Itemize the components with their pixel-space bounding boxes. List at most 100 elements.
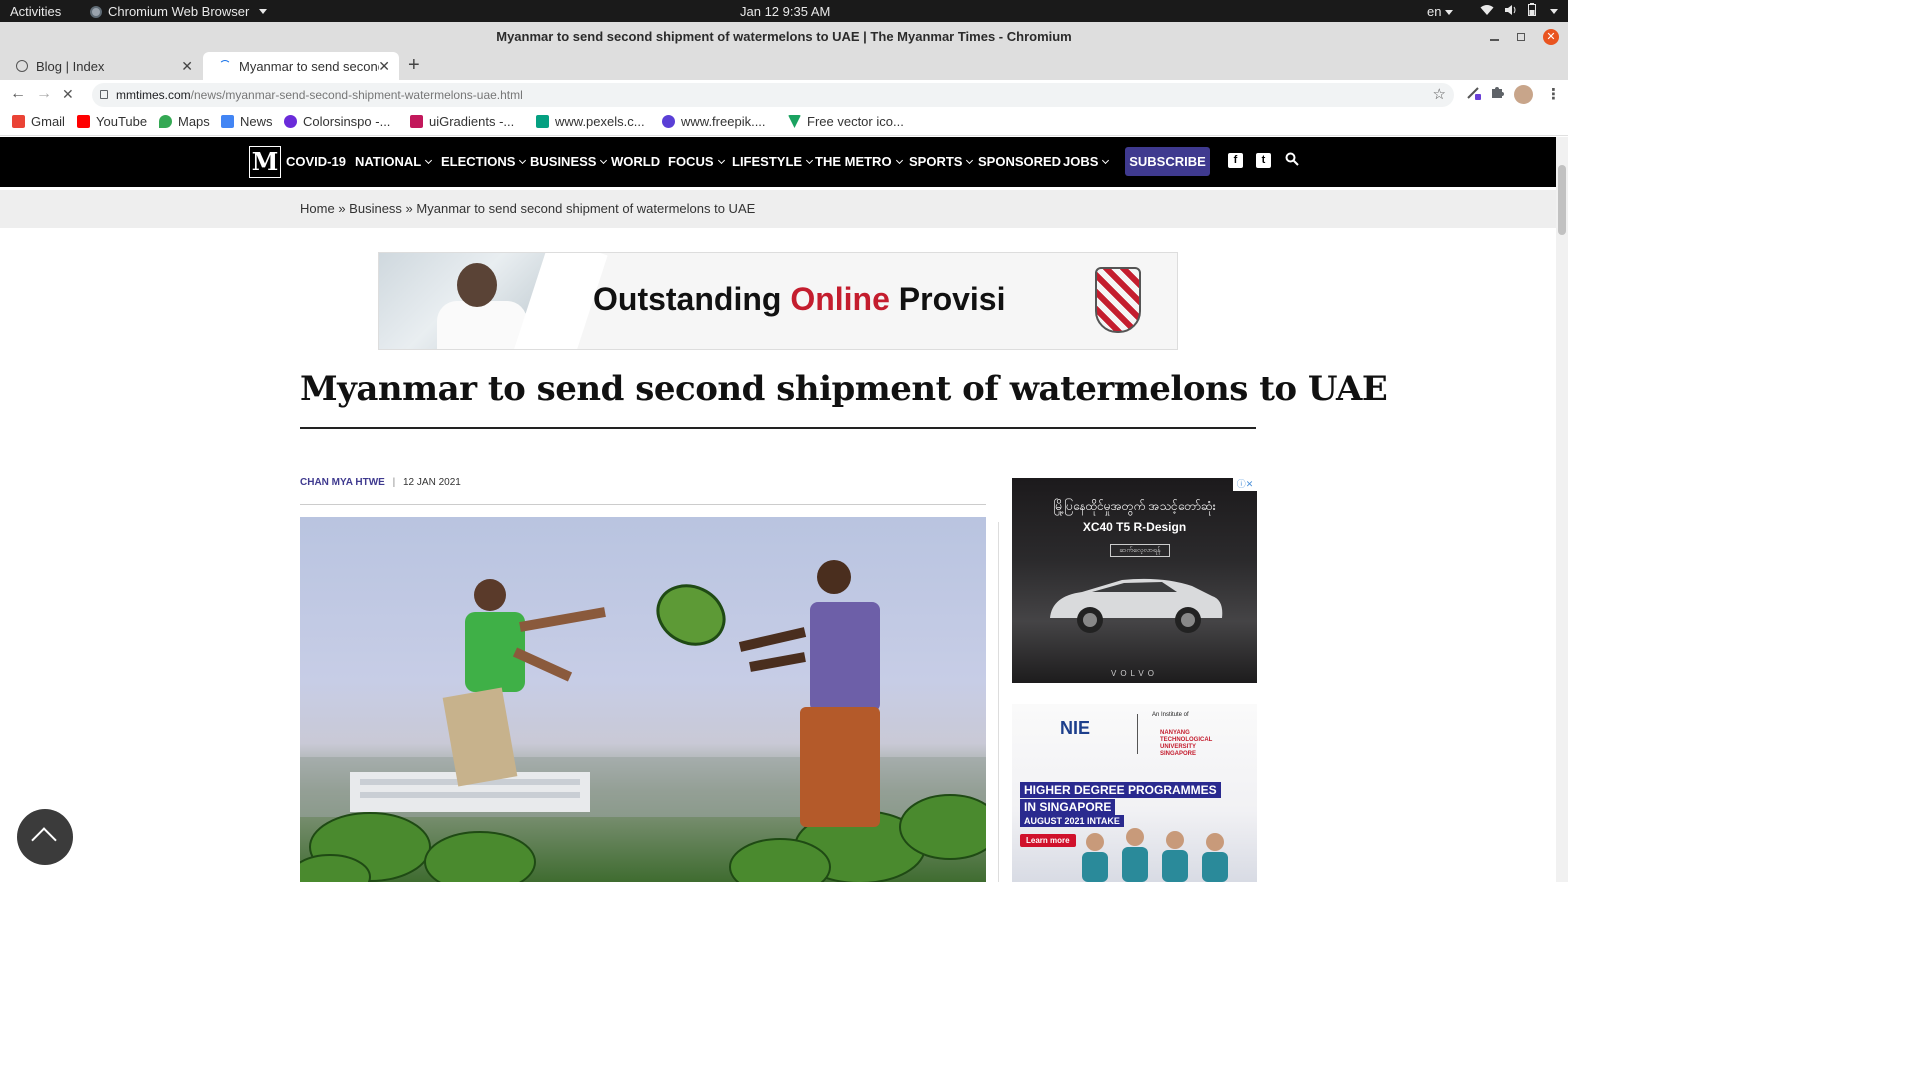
back-arrow-icon[interactable]: ← — [10, 85, 26, 103]
window-title: Myanmar to send second shipment of water… — [496, 29, 1072, 44]
language-indicator[interactable]: en — [1427, 4, 1454, 19]
stop-loading-icon[interactable]: ✕ — [62, 86, 74, 103]
breadcrumb-separator: » — [338, 201, 346, 216]
breadcrumb-home[interactable]: Home — [300, 201, 335, 216]
tab-title: Myanmar to send second — [239, 58, 379, 74]
volvo-ad-cta[interactable]: ဆက်လေ့လာရန် — [1110, 544, 1170, 557]
bookmark-youtube[interactable]: YouTube — [77, 114, 147, 129]
close-tab-icon[interactable]: ✕ — [378, 58, 390, 75]
breadcrumb-separator: » — [405, 201, 413, 216]
nav-label: NATIONAL — [355, 154, 422, 169]
article-hero-image — [300, 517, 986, 882]
car-image — [1050, 578, 1223, 633]
chevron-down-icon — [895, 156, 903, 165]
lock-icon[interactable] — [100, 90, 108, 99]
bookmark-label: Free vector ico... — [807, 114, 904, 129]
byline-divider — [300, 504, 986, 505]
ad-people-image — [1082, 828, 1228, 882]
volvo-ad-brand: VOLVO — [1111, 669, 1158, 678]
facebook-icon[interactable]: f — [1228, 153, 1243, 168]
wifi-icon — [1480, 4, 1494, 19]
app-menu[interactable]: Chromium Web Browser — [90, 4, 268, 19]
browser-menu-icon[interactable]: ⋮ — [1546, 85, 1561, 103]
bookmark-colorsinspo[interactable]: Colorsinspo -... — [284, 114, 390, 129]
banner-ad-photo — [379, 253, 608, 349]
watermelon-photo — [300, 560, 986, 882]
scrollbar-thumb[interactable] — [1558, 165, 1566, 235]
profile-avatar[interactable] — [1514, 85, 1533, 104]
chromium-icon — [90, 5, 102, 18]
nav-label: LIFESTYLE — [732, 154, 803, 169]
nie-ad-line1: HIGHER DEGREE PROGRAMMES — [1020, 782, 1221, 798]
os-top-bar: Activities Chromium Web Browser Jan 12 9… — [0, 0, 1568, 22]
page-viewport: M COVID-19 NATIONAL ELECTIONS BUSINESS W… — [0, 137, 1556, 882]
address-bar[interactable]: mmtimes.com/news/myanmar-send-second-shi… — [92, 83, 1454, 107]
nav-focus[interactable]: FOCUS — [668, 154, 725, 169]
tab-blog-index[interactable]: Blog | Index ✕ — [0, 52, 202, 80]
bookmark-star-icon[interactable]: ☆ — [1433, 83, 1446, 107]
nav-lifestyle[interactable]: LIFESTYLE — [732, 154, 814, 169]
nav-elections[interactable]: ELECTIONS — [441, 154, 527, 169]
breadcrumb: Home » Business » Myanmar to send second… — [300, 201, 755, 216]
uigradients-icon — [410, 115, 423, 128]
maximize-icon[interactable] — [1517, 33, 1525, 41]
globe-icon — [16, 60, 28, 72]
bookmarks-bar: Gmail YouTube Maps News Colorsinspo -...… — [0, 110, 1568, 136]
nav-sports[interactable]: SPORTS — [909, 154, 974, 169]
bookmark-pexels[interactable]: www.pexels.c... — [536, 114, 645, 129]
nav-jobs[interactable]: JOBS — [1063, 154, 1110, 169]
activities-button[interactable]: Activities — [10, 4, 61, 19]
news-icon — [221, 115, 234, 128]
close-window-button[interactable]: ✕ — [1543, 29, 1559, 45]
new-tab-button[interactable]: + — [408, 54, 420, 77]
tab-article[interactable]: Myanmar to send second ✕ — [203, 52, 399, 80]
bookmark-label: uiGradients -... — [429, 114, 515, 129]
app-name: Chromium Web Browser — [108, 4, 250, 19]
dropdown-caret-icon — [259, 9, 268, 14]
nav-covid-19[interactable]: COVID-19 — [286, 154, 346, 169]
byline-separator: | — [392, 477, 396, 488]
bookmark-freepik[interactable]: www.freepik.... — [662, 114, 766, 129]
back-to-top-button[interactable] — [17, 809, 73, 865]
nav-the-metro[interactable]: THE METRO — [815, 154, 903, 169]
language-label: en — [1427, 4, 1442, 19]
bookmark-maps[interactable]: Maps — [159, 114, 210, 129]
bookmark-free-vector-icons[interactable]: Free vector ico... — [788, 114, 904, 129]
article-author[interactable]: CHAN MYA HTWE — [300, 477, 385, 488]
minimize-icon[interactable] — [1490, 39, 1499, 41]
extensions-puzzle-icon[interactable] — [1490, 85, 1504, 103]
ad-photo-head — [457, 263, 497, 307]
bookmark-gmail[interactable]: Gmail — [12, 114, 65, 129]
subscribe-button[interactable]: SUBSCRIBE — [1125, 147, 1210, 176]
banner-text-b: Online — [790, 281, 890, 317]
adchoices-icon[interactable]: ⓘ✕ — [1233, 478, 1257, 491]
article-headline: Myanmar to send second shipment of water… — [300, 369, 1388, 409]
bookmark-uigradients[interactable]: uiGradients -... — [410, 114, 514, 129]
search-icon[interactable] — [1285, 152, 1299, 171]
browser-toolbar: ← → ✕ mmtimes.com/news/myanmar-send-seco… — [0, 80, 1568, 110]
system-menu-caret-icon — [1550, 8, 1558, 14]
article-byline: CHAN MYA HTWE | 12 JAN 2021 — [300, 477, 461, 488]
nav-sponsored[interactable]: SPONSORED — [978, 154, 1061, 169]
bookmark-news[interactable]: News — [221, 114, 273, 129]
article-date: 12 JAN 2021 — [403, 477, 461, 488]
page-scrollbar[interactable] — [1556, 137, 1568, 882]
bookmark-label: YouTube — [96, 114, 148, 129]
nie-logo: NIE — [1060, 718, 1091, 738]
volvo-ad[interactable]: ⓘ✕ မြို့ပြနေထိုင်မှုအတွက် အသင့်တော်ဆုံး … — [1012, 478, 1257, 683]
system-tray[interactable] — [1480, 3, 1558, 19]
nav-world[interactable]: WORLD — [611, 154, 660, 169]
nie-ad[interactable]: NIE An Institute of NANYANG TECHNOLOGICA… — [1012, 704, 1257, 882]
site-logo[interactable]: M — [249, 146, 281, 178]
chevron-down-icon — [519, 156, 527, 165]
twitter-icon[interactable]: t — [1256, 153, 1271, 168]
bookmark-label: www.pexels.c... — [555, 114, 645, 129]
forward-arrow-icon[interactable]: → — [36, 85, 52, 103]
nav-national[interactable]: NATIONAL — [355, 154, 433, 169]
extension-icon[interactable] — [1466, 85, 1482, 105]
breadcrumb-business[interactable]: Business — [349, 201, 402, 216]
banner-ad[interactable]: Outstanding Online Provisi — [378, 252, 1178, 350]
clock[interactable]: Jan 12 9:35 AM — [740, 4, 830, 19]
nav-business[interactable]: BUSINESS — [530, 154, 608, 169]
close-tab-icon[interactable]: ✕ — [181, 58, 193, 75]
